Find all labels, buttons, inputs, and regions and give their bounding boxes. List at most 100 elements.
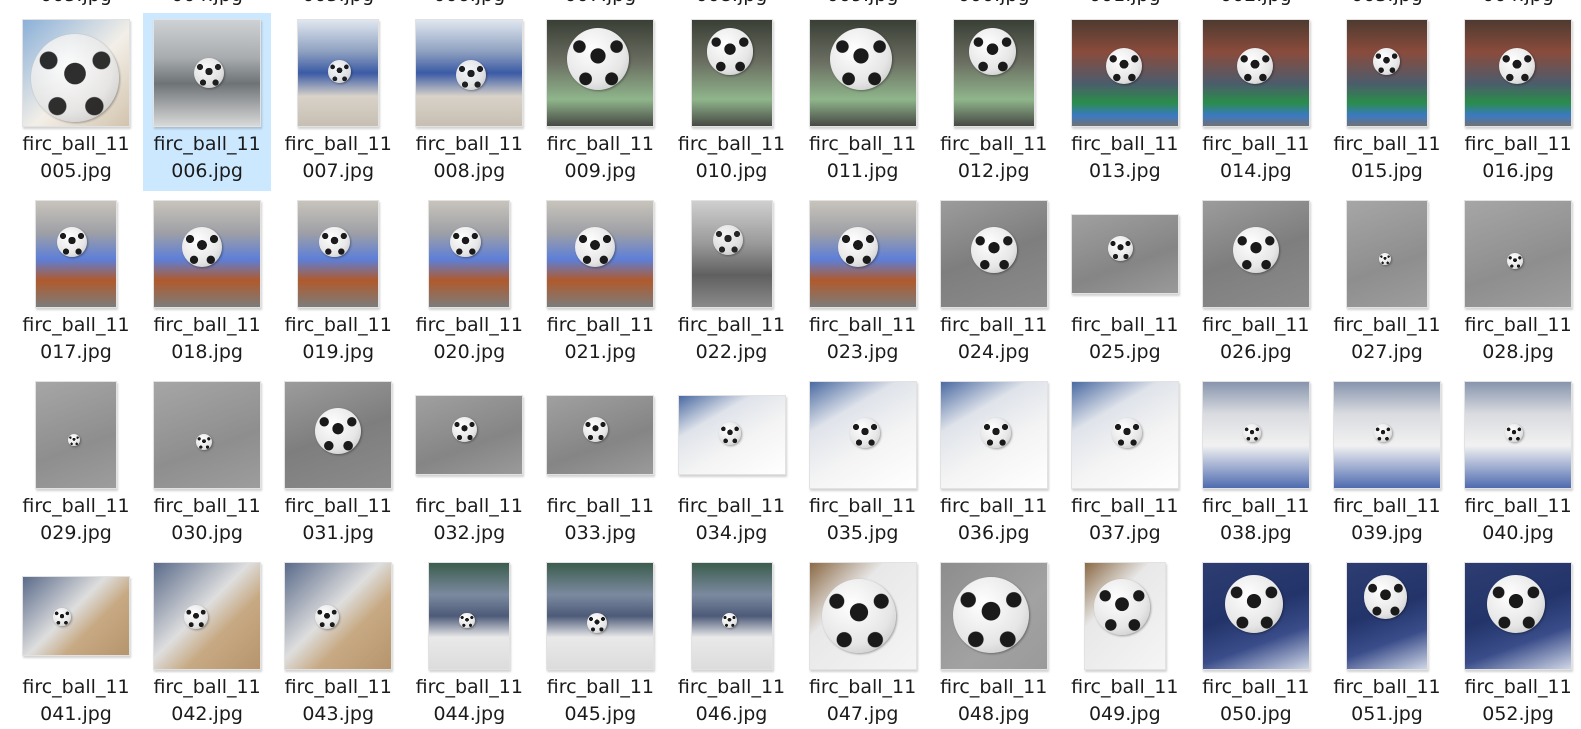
file-tile[interactable]: firc_ball_11 026.jpg: [1192, 194, 1320, 372]
file-tile-partial[interactable]: 004.jpg: [143, 0, 271, 6]
file-tile[interactable]: firc_ball_11 022.jpg: [668, 194, 796, 372]
image-thumbnail[interactable]: [1464, 200, 1573, 308]
file-tile[interactable]: firc_ball_11 048.jpg: [930, 556, 1058, 729]
file-tile-partial[interactable]: 006.jpg: [405, 0, 533, 6]
image-thumbnail[interactable]: [546, 200, 655, 308]
file-tile[interactable]: firc_ball_11 009.jpg: [536, 13, 664, 191]
image-thumbnail[interactable]: [808, 19, 917, 127]
file-tile[interactable]: firc_ball_11 008.jpg: [405, 13, 533, 191]
file-tile-partial[interactable]: 004.jpg: [1454, 0, 1581, 6]
image-thumbnail[interactable]: [284, 562, 393, 670]
image-thumbnail[interactable]: [1201, 562, 1310, 670]
file-tile[interactable]: firc_ball_11 043.jpg: [274, 556, 402, 729]
file-tile[interactable]: firc_ball_11 036.jpg: [930, 375, 1058, 553]
image-thumbnail[interactable]: [35, 381, 117, 489]
file-tile-partial[interactable]: 005.jpg: [274, 0, 402, 6]
file-tile[interactable]: firc_ball_11 052.jpg: [1454, 556, 1581, 729]
file-tile[interactable]: firc_ball_11 028.jpg: [1454, 194, 1581, 372]
image-thumbnail[interactable]: [677, 395, 786, 475]
image-thumbnail[interactable]: [546, 562, 655, 670]
image-thumbnail[interactable]: [153, 200, 262, 308]
image-thumbnail[interactable]: [690, 200, 773, 308]
image-thumbnail[interactable]: [939, 381, 1048, 489]
image-thumbnail[interactable]: [939, 200, 1048, 308]
file-tile[interactable]: firc_ball_11 032.jpg: [405, 375, 533, 553]
file-tile[interactable]: firc_ball_11 017.jpg: [12, 194, 140, 372]
image-thumbnail[interactable]: [1346, 562, 1428, 670]
file-tile[interactable]: firc_ball_11 012.jpg: [930, 13, 1058, 191]
file-tile[interactable]: firc_ball_11 005.jpg: [12, 13, 140, 191]
file-tile[interactable]: firc_ball_11 051.jpg: [1323, 556, 1451, 729]
file-tile-partial[interactable]: 005.jpg: [12, 0, 140, 6]
image-thumbnail[interactable]: [1333, 381, 1441, 489]
image-thumbnail[interactable]: [1070, 381, 1179, 489]
file-tile[interactable]: firc_ball_11 040.jpg: [1454, 375, 1581, 553]
image-thumbnail[interactable]: [546, 19, 655, 127]
file-tile[interactable]: firc_ball_11 029.jpg: [12, 375, 140, 553]
image-thumbnail[interactable]: [808, 200, 917, 308]
image-thumbnail[interactable]: [153, 19, 262, 127]
image-thumbnail[interactable]: [297, 19, 380, 127]
image-thumbnail[interactable]: [153, 562, 262, 670]
file-tile[interactable]: firc_ball_11 039.jpg: [1323, 375, 1451, 553]
file-tile[interactable]: firc_ball_11 031.jpg: [274, 375, 402, 553]
file-tile[interactable]: firc_ball_11 050.jpg: [1192, 556, 1320, 729]
file-tile[interactable]: firc_ball_11 047.jpg: [799, 556, 927, 729]
file-tile[interactable]: firc_ball_11 015.jpg: [1323, 13, 1451, 191]
file-tile[interactable]: firc_ball_11 006.jpg: [143, 13, 272, 191]
file-tile[interactable]: firc_ball_11 041.jpg: [12, 556, 140, 729]
file-tile[interactable]: firc_ball_11 038.jpg: [1192, 375, 1320, 553]
image-thumbnail[interactable]: [808, 562, 917, 670]
image-thumbnail[interactable]: [1464, 19, 1573, 127]
file-tile[interactable]: firc_ball_11 010.jpg: [668, 13, 796, 191]
file-tile[interactable]: firc_ball_11 030.jpg: [143, 375, 271, 553]
image-thumbnail[interactable]: [297, 200, 380, 308]
file-tile[interactable]: firc_ball_11 023.jpg: [799, 194, 927, 372]
file-tile[interactable]: firc_ball_11 021.jpg: [536, 194, 664, 372]
image-thumbnail[interactable]: [415, 19, 524, 127]
file-tile-partial[interactable]: 000.jpg: [930, 0, 1058, 6]
file-tile[interactable]: firc_ball_11 044.jpg: [405, 556, 533, 729]
file-tile[interactable]: firc_ball_11 011.jpg: [799, 13, 927, 191]
image-thumbnail[interactable]: [1346, 19, 1428, 127]
image-thumbnail[interactable]: [428, 200, 511, 308]
image-thumbnail[interactable]: [1464, 562, 1573, 670]
image-thumbnail[interactable]: [1201, 381, 1310, 489]
file-tile[interactable]: firc_ball_11 013.jpg: [1061, 13, 1189, 191]
file-tile[interactable]: firc_ball_11 049.jpg: [1061, 556, 1189, 729]
image-thumbnail[interactable]: [1201, 19, 1310, 127]
image-thumbnail[interactable]: [690, 562, 773, 670]
file-tile[interactable]: firc_ball_11 014.jpg: [1192, 13, 1320, 191]
image-thumbnail[interactable]: [428, 562, 511, 670]
file-tile[interactable]: firc_ball_11 037.jpg: [1061, 375, 1189, 553]
file-tile[interactable]: firc_ball_11 027.jpg: [1323, 194, 1451, 372]
file-tile[interactable]: firc_ball_11 024.jpg: [930, 194, 1058, 372]
file-tile[interactable]: firc_ball_11 007.jpg: [274, 13, 402, 191]
file-tile[interactable]: firc_ball_11 020.jpg: [405, 194, 533, 372]
file-tile[interactable]: firc_ball_11 034.jpg: [668, 375, 796, 553]
image-thumbnail[interactable]: [153, 381, 262, 489]
file-tile-partial[interactable]: 009.jpg: [799, 0, 927, 6]
image-thumbnail[interactable]: [1201, 200, 1310, 308]
image-thumbnail[interactable]: [415, 395, 524, 475]
image-thumbnail[interactable]: [284, 381, 393, 489]
image-thumbnail[interactable]: [939, 562, 1048, 670]
image-thumbnail[interactable]: [808, 381, 917, 489]
file-tile[interactable]: firc_ball_11 033.jpg: [536, 375, 664, 553]
image-thumbnail[interactable]: [690, 19, 773, 127]
image-thumbnail[interactable]: [1083, 562, 1166, 670]
file-tile[interactable]: firc_ball_11 046.jpg: [668, 556, 796, 729]
image-thumbnail[interactable]: [1346, 200, 1428, 308]
file-tile-partial[interactable]: 002.jpg: [1192, 0, 1320, 6]
image-thumbnail[interactable]: [35, 200, 117, 308]
file-tile[interactable]: firc_ball_11 042.jpg: [143, 556, 271, 729]
file-tile[interactable]: firc_ball_11 045.jpg: [536, 556, 664, 729]
file-tile[interactable]: firc_ball_11 018.jpg: [143, 194, 271, 372]
file-tile[interactable]: firc_ball_11 016.jpg: [1454, 13, 1581, 191]
file-tile[interactable]: firc_ball_11 019.jpg: [274, 194, 402, 372]
file-tile-partial[interactable]: 008.jpg: [668, 0, 796, 6]
file-tile[interactable]: firc_ball_11 025.jpg: [1061, 194, 1189, 372]
image-thumbnail[interactable]: [952, 19, 1035, 127]
image-thumbnail[interactable]: [546, 395, 655, 475]
image-thumbnail[interactable]: [1464, 381, 1573, 489]
